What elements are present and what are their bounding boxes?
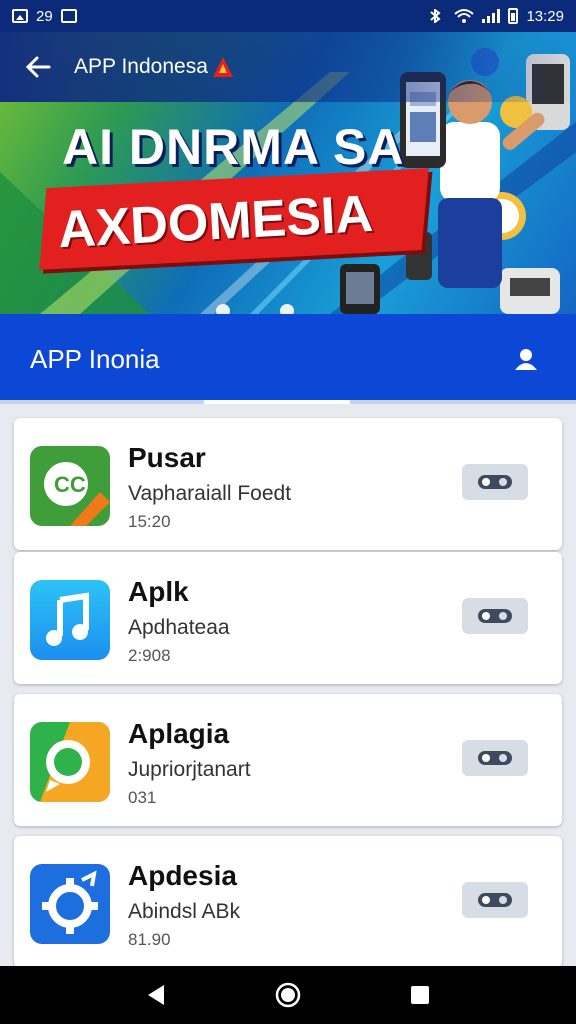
status-left-text: 29 — [36, 7, 53, 25]
nav-home-button[interactable] — [266, 973, 310, 1017]
app-name: Apdesia — [128, 860, 237, 891]
home-circle-icon — [275, 982, 301, 1008]
recents-square-icon — [411, 986, 429, 1004]
status-left: 29 — [12, 8, 77, 25]
toggle-icon — [478, 893, 512, 907]
app-subtitle: Abindsl ABk — [128, 900, 241, 923]
signal-icon — [482, 9, 501, 23]
app-name: Pusar — [128, 442, 206, 473]
app-toggle-button[interactable] — [462, 464, 528, 500]
user-icon — [515, 349, 537, 370]
nav-back-button[interactable] — [134, 973, 178, 1017]
app-list-item[interactable]: Aplk Apdhateaa 2:908 — [14, 552, 562, 684]
toggle-icon — [478, 751, 512, 765]
banner-app-title: APP Indonesa — [74, 55, 208, 78]
status-bar: 29 13:29 — [0, 0, 576, 32]
carousel-dot[interactable] — [216, 304, 230, 314]
app-list-item[interactable]: Apdesia Abindsl ABk 81.90 — [14, 836, 562, 968]
promo-banner[interactable]: APP Indonesa AI DNRMA SA AXDOMESIA — [0, 32, 576, 314]
system-nav-bar — [0, 966, 576, 1024]
carousel-dot[interactable] — [280, 304, 294, 314]
gallery-notification-icon — [12, 9, 28, 23]
section-title: APP Inonia — [30, 343, 160, 374]
tab-indicator-track — [0, 400, 576, 404]
status-right: 13:29 — [428, 8, 564, 25]
wifi-icon — [454, 9, 475, 23]
banner-top-bar: APP Indonesa — [0, 32, 576, 102]
bluetooth-icon — [430, 9, 442, 23]
toggle-icon — [478, 609, 512, 623]
app-meta: 15:20 — [128, 512, 171, 531]
app-name: Aplk — [128, 576, 189, 607]
chat-code-icon: CC — [30, 446, 110, 526]
app-name: Aplagia — [128, 718, 230, 749]
back-button[interactable] — [20, 49, 56, 85]
app-meta: 031 — [128, 788, 157, 807]
app-list-item[interactable]: CC Pusar Vapharaiall Foedt 15:20 — [14, 418, 562, 550]
back-arrow-icon — [25, 56, 51, 78]
battery-icon — [508, 8, 519, 24]
carousel-indicator — [216, 304, 294, 314]
gear-settings-icon — [30, 864, 110, 944]
app-toggle-button[interactable] — [462, 598, 528, 634]
tab-indicator-active — [204, 400, 350, 404]
toggle-icon — [478, 475, 512, 489]
app-toggle-button[interactable] — [462, 740, 528, 776]
app-subtitle: Apdhateaa — [128, 616, 230, 639]
nav-recents-button[interactable] — [398, 973, 442, 1017]
svg-text:CC: CC — [54, 472, 86, 497]
app-subtitle: Jupriorjtanart — [128, 758, 251, 781]
app-subtitle: Vapharaiall Foedt — [128, 482, 292, 505]
music-note-icon — [30, 580, 110, 660]
back-triangle-icon — [148, 985, 164, 1005]
app-meta: 2:908 — [128, 646, 171, 665]
profile-button[interactable] — [506, 339, 546, 379]
app-meta: 81.90 — [128, 930, 171, 949]
app-list-item[interactable]: Aplagia Jupriorjtanart 031 — [14, 694, 562, 826]
section-header: APP Inonia — [0, 314, 576, 404]
app-toggle-button[interactable] — [462, 882, 528, 918]
chat-bubble-icon — [30, 722, 110, 802]
app-logo-icon — [212, 57, 233, 77]
banner-headline-line1: AI DNRMA SA — [62, 119, 405, 175]
image-notification-icon — [60, 9, 77, 23]
status-time: 13:29 — [526, 7, 564, 25]
